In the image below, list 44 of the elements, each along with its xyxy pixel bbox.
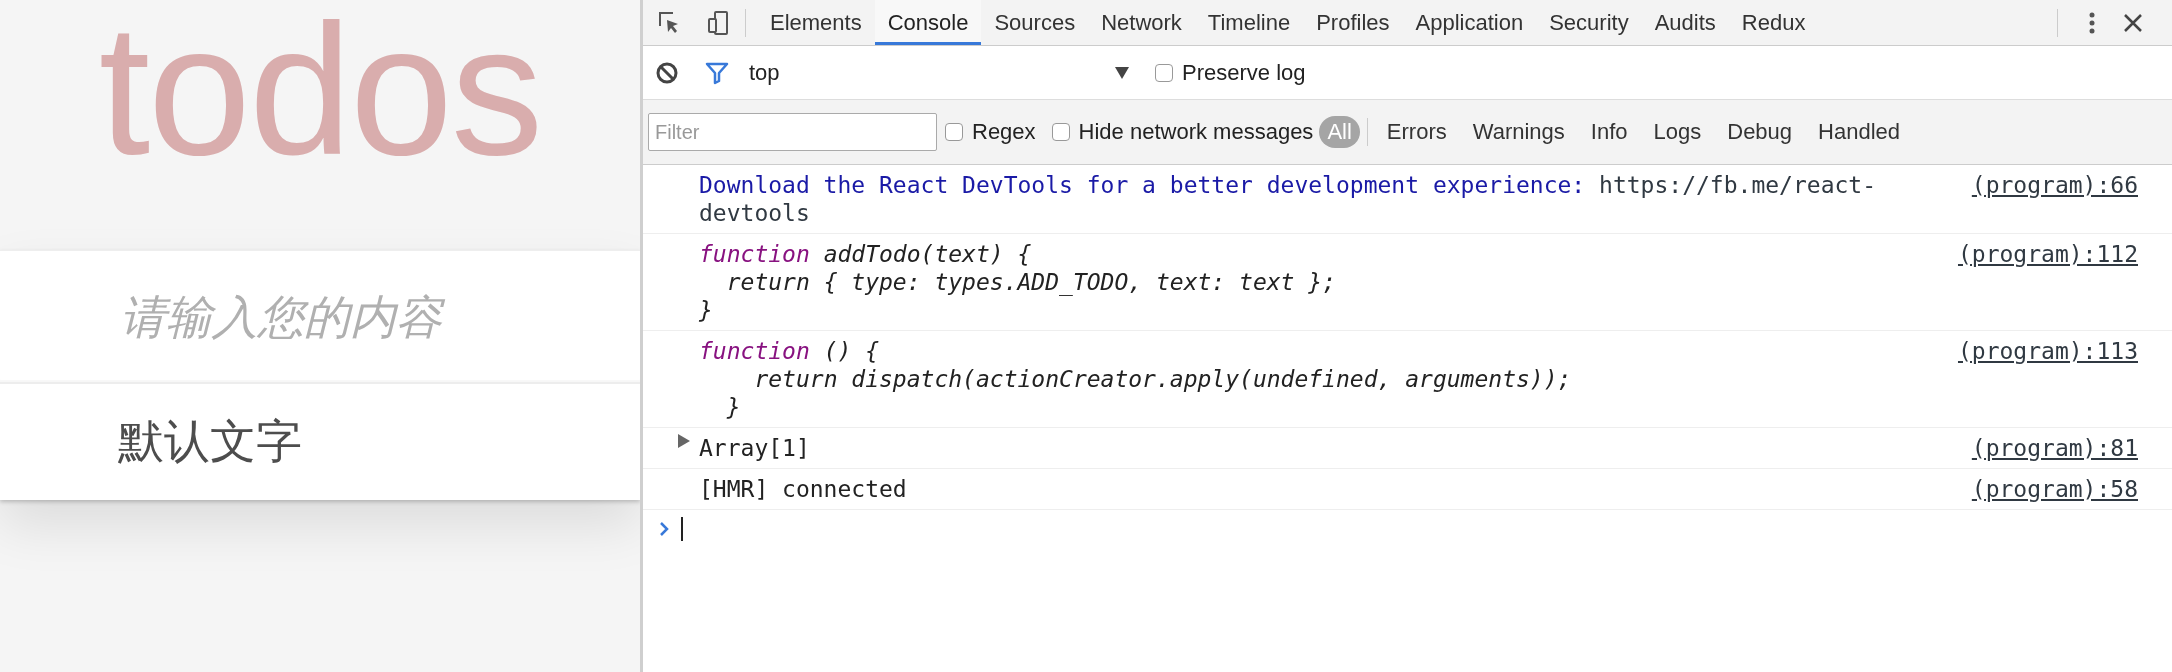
level-filter[interactable]: Handled (1810, 116, 1909, 148)
app-title: todos (98, 0, 542, 190)
level-filter[interactable]: Errors (1378, 116, 1455, 148)
level-filter[interactable]: Logs (1645, 116, 1710, 148)
source-link[interactable]: (program):81 (1971, 434, 2138, 462)
tab[interactable]: Redux (1728, 0, 1819, 45)
tab[interactable]: Application (1402, 0, 1537, 45)
level-filter[interactable]: Warnings (1464, 116, 1573, 148)
tab[interactable]: Console (874, 0, 982, 45)
checkbox-label: Preserve log (1182, 59, 1306, 86)
tab[interactable]: Network (1088, 0, 1195, 45)
checkbox[interactable] (1051, 123, 1070, 141)
tab[interactable]: Sources (981, 0, 1089, 45)
console-message: function addTodo(text) { return { type: types.ADD_TODO, text: text }; } (699, 240, 1337, 324)
dropdown-triangle-icon (1115, 66, 1129, 79)
console-message: Download the React DevTools for a better development experience: https://fb.me/react-devtools (699, 171, 1878, 227)
console-message: Array[1] (699, 434, 811, 462)
source-link[interactable]: (program):113 (1958, 337, 2138, 365)
device-icon (707, 9, 729, 36)
tab[interactable]: Elements (757, 0, 875, 45)
context-selector[interactable]: top (749, 59, 1129, 86)
checkbox-label: Regex (972, 119, 1036, 145)
checkbox-label: Hide network messages (1078, 119, 1314, 145)
console-message: [HMR] connected (699, 475, 908, 503)
source-link[interactable]: (program):58 (1971, 475, 2138, 503)
tab[interactable]: Audits (1641, 0, 1729, 45)
tab[interactable]: Security (1536, 0, 1642, 45)
tab[interactable]: Timeline (1194, 0, 1304, 45)
new-todo-field[interactable]: 请输入您的内容 (0, 250, 640, 382)
level-filter[interactable]: Info (1582, 116, 1636, 148)
checkbox[interactable] (1155, 63, 1173, 82)
clear-console-icon[interactable] (655, 60, 679, 85)
source-link[interactable]: (program):66 (1971, 171, 2138, 199)
tab[interactable]: Profiles (1303, 0, 1403, 45)
close-icon[interactable] (2122, 11, 2144, 34)
more-icon (2088, 10, 2096, 35)
console-message: function () { return dispatch(actionCreator.apply(undefined, arguments)); } (699, 337, 1573, 421)
checkbox[interactable] (945, 123, 963, 141)
prompt-chevron-icon (659, 521, 671, 537)
source-link[interactable]: (program):112 (1958, 240, 2138, 268)
level-filter[interactable]: Debug (1719, 116, 1801, 148)
filter-input[interactable]: Filter (648, 113, 937, 151)
expand-triangle-icon[interactable] (677, 434, 691, 448)
funnel-icon[interactable] (705, 60, 729, 85)
